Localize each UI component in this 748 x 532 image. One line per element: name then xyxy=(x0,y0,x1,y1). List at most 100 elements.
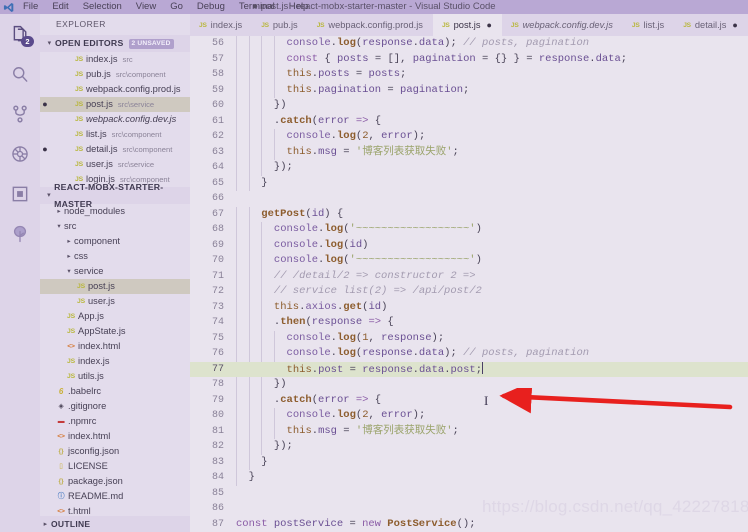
code-line[interactable]: 86 xyxy=(190,501,748,517)
tree-file-item[interactable]: ▯ LICENSE xyxy=(40,459,190,474)
editor-tab[interactable]: JS webpack.config.dev.js xyxy=(502,14,623,36)
open-editor-item[interactable]: JS webpack.config.prod.js xyxy=(40,82,190,97)
activity-explorer-button[interactable]: 2 xyxy=(0,14,40,54)
line-number: 60 xyxy=(211,100,224,111)
open-editor-item[interactable]: ● JS detail.js src\component xyxy=(40,142,190,157)
tree-file-item[interactable]: ◈ .gitignore xyxy=(40,399,190,414)
tree-file-item[interactable]: ▬ .npmrc xyxy=(40,414,190,429)
code-line[interactable]: 87 const postService = new PostService(); xyxy=(190,517,748,532)
menu-file[interactable]: File xyxy=(16,0,45,14)
editor-tab[interactable]: JS list.js xyxy=(623,14,674,36)
menu-help[interactable]: Help xyxy=(282,0,316,14)
tree-file-item[interactable]: 6 .babelrc xyxy=(40,384,190,399)
tree-file-name: index.html xyxy=(68,431,111,441)
menu-selection[interactable]: Selection xyxy=(76,0,129,14)
editor-tab[interactable]: JS post.js ● xyxy=(432,14,502,36)
menu-debug[interactable]: Debug xyxy=(190,0,232,14)
code-line[interactable]: 82}); xyxy=(190,439,748,455)
editor-tab[interactable]: JS webpack.config.prod.js xyxy=(308,14,433,36)
editor-tab[interactable]: JS detail.js ● xyxy=(674,14,748,36)
activity-source-control-button[interactable] xyxy=(0,94,40,134)
menu-view[interactable]: View xyxy=(129,0,163,14)
tree-file-item[interactable]: {} jsconfig.json xyxy=(40,444,190,459)
code-line[interactable]: 81 this.msg = '博客列表获取失败'; xyxy=(190,424,748,440)
code-line[interactable]: 75 console.log(1, response); xyxy=(190,331,748,347)
tree-file-item[interactable]: <> index.html xyxy=(40,339,190,354)
code-line[interactable]: 73 this.axios.get(id) xyxy=(190,300,748,316)
code-text: console.log(id) xyxy=(273,238,369,251)
menu-edit[interactable]: Edit xyxy=(45,0,75,14)
tree-file-item[interactable]: JS AppState.js xyxy=(40,324,190,339)
text-caret xyxy=(482,361,484,374)
js-file-icon: JS xyxy=(441,21,450,29)
code-line[interactable]: 80 console.log(2, error); xyxy=(190,408,748,424)
line-number: 73 xyxy=(211,301,224,313)
open-editor-item[interactable]: JS index.js src xyxy=(40,52,190,67)
open-editors-header[interactable]: ▾ OPEN EDITORS 2 UNSAVED xyxy=(40,35,190,52)
code-line[interactable]: 64}); xyxy=(190,160,748,176)
code-line[interactable]: 74 .then(response => { xyxy=(190,315,748,331)
chevron-right-icon: ▸ xyxy=(57,208,61,215)
tree-folder-item[interactable]: ▸ component xyxy=(40,234,190,249)
code-line[interactable]: 79 .catch(error => { xyxy=(190,393,748,409)
open-editor-item[interactable]: JS user.js src\service xyxy=(40,157,190,172)
js-file-icon: JS xyxy=(631,21,640,29)
outline-section-header[interactable]: ▸ OUTLINE xyxy=(40,516,190,532)
menu-bar[interactable]: File Edit Selection View Go Debug Termin… xyxy=(16,0,315,14)
code-line[interactable]: 71 // /detail/2 => constructor 2 => xyxy=(190,269,748,285)
code-text: }) xyxy=(273,378,287,390)
open-editor-item[interactable]: JS list.js src\component xyxy=(40,127,190,142)
open-editor-filename: post.js xyxy=(86,99,113,109)
editor-tab[interactable]: JS pub.js xyxy=(252,14,307,36)
activity-tree-view-button[interactable] xyxy=(0,214,40,254)
code-line[interactable]: 68 console.log('~~~~~~~~~~~~~~~~~~') xyxy=(190,222,748,238)
tree-folder-item[interactable]: ▸ css xyxy=(40,249,190,264)
menu-terminal[interactable]: Terminal xyxy=(232,0,282,14)
code-line[interactable]: 65} xyxy=(190,176,748,192)
code-text: .then(response => { xyxy=(273,316,394,328)
code-line[interactable]: 83} xyxy=(190,455,748,471)
activity-search-button[interactable] xyxy=(0,54,40,94)
code-editor[interactable]: 56 console.log(response.data); // posts, … xyxy=(190,36,748,532)
code-line[interactable]: 58 this.posts = posts; xyxy=(190,67,748,83)
tree-file-item[interactable]: JS user.js xyxy=(40,294,190,309)
tree-file-item[interactable]: ⓘ README.md xyxy=(40,489,190,504)
code-line[interactable]: 63 this.msg = '博客列表获取失败'; xyxy=(190,145,748,161)
tree-file-item[interactable]: JS App.js xyxy=(40,309,190,324)
tree-file-item[interactable]: JS post.js xyxy=(40,279,190,294)
code-line[interactable]: 70 console.log('~~~~~~~~~~~~~~~~~~') xyxy=(190,253,748,269)
code-line[interactable]: 62 console.log(2, error); xyxy=(190,129,748,145)
menu-go[interactable]: Go xyxy=(163,0,190,14)
code-line[interactable]: 66 xyxy=(190,191,748,207)
open-editor-item[interactable]: JS pub.js src\component xyxy=(40,67,190,82)
js-file-icon: JS xyxy=(75,161,83,168)
code-line[interactable]: 72 // service list(2) => /api/post/2 xyxy=(190,284,748,300)
code-line[interactable]: 78}) xyxy=(190,377,748,393)
tree-folder-item[interactable]: ▾ service xyxy=(40,264,190,279)
code-line[interactable]: 57 const { posts = [], pagination = {} } … xyxy=(190,52,748,68)
open-editor-item[interactable]: ● JS post.js src\service xyxy=(40,97,190,112)
open-editor-item[interactable]: JS webpack.config.dev.js xyxy=(40,112,190,127)
code-line[interactable]: 60}) xyxy=(190,98,748,114)
code-line[interactable]: 59 this.pagination = pagination; xyxy=(190,83,748,99)
code-line[interactable]: 84} xyxy=(190,470,748,486)
editor-tab[interactable]: JS index.js xyxy=(190,14,252,36)
code-line[interactable]: 67 getPost(id) { xyxy=(190,207,748,223)
tree-file-item[interactable]: <> index.html xyxy=(40,429,190,444)
tree-file-item[interactable]: JS index.js xyxy=(40,354,190,369)
code-line[interactable]: 69 console.log(id) xyxy=(190,238,748,254)
code-text: .catch(error => { xyxy=(273,393,382,406)
open-editor-filename: user.js xyxy=(86,159,113,169)
code-line[interactable]: 76 console.log(response.data); // posts, … xyxy=(190,346,748,362)
tree-file-item[interactable]: JS utils.js xyxy=(40,369,190,384)
activity-extensions-button[interactable] xyxy=(0,174,40,214)
code-line[interactable]: 85 xyxy=(190,486,748,502)
activity-debug-button[interactable] xyxy=(0,134,40,174)
code-line[interactable]: 56 console.log(response.data); // posts, … xyxy=(190,36,748,52)
tree-file-item[interactable]: {} package.json xyxy=(40,474,190,489)
line-number: 65 xyxy=(211,177,224,189)
code-line[interactable]: 77 this.post = response.data.post; xyxy=(190,361,748,377)
tree-folder-item[interactable]: ▾ src xyxy=(40,219,190,234)
code-line[interactable]: 61 .catch(error => { xyxy=(190,114,748,130)
project-folder-header[interactable]: ▾ REACT-MOBX-STARTER-MASTER xyxy=(40,182,190,209)
